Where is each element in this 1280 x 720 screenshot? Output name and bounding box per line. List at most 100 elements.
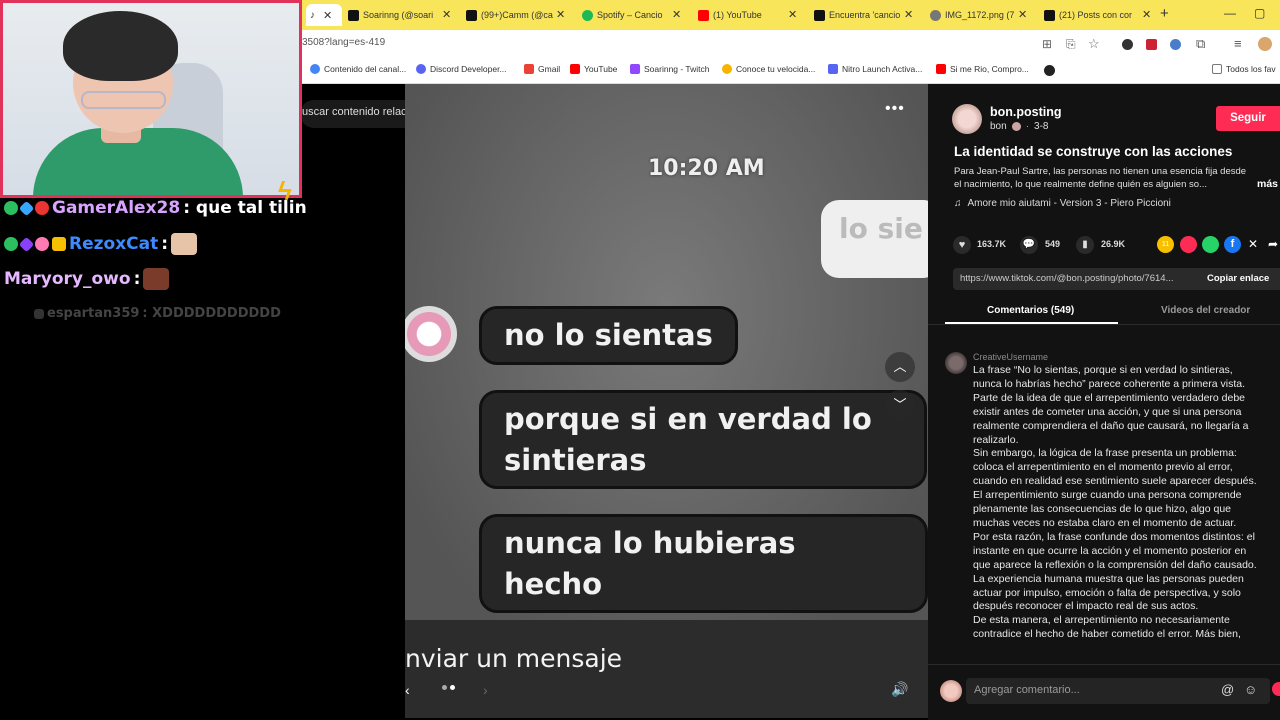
close-tab-icon[interactable]: ✕ xyxy=(556,8,565,21)
url-field[interactable]: 3508?lang=es-419 xyxy=(302,37,385,48)
tab-youtube[interactable]: (1) YouTube xyxy=(698,4,788,26)
tiktok-icon: ♪ xyxy=(310,9,315,21)
badge-icon xyxy=(34,308,44,319)
close-tab-icon[interactable]: ✕ xyxy=(1018,8,1027,21)
close-tab-icon[interactable]: ✕ xyxy=(904,8,913,21)
send-icon[interactable] xyxy=(1272,682,1280,696)
install-icon[interactable]: ⎘ xyxy=(1066,37,1076,52)
chat-message-faded: espartan359 : XDDDDDDDDDDD xyxy=(34,306,281,321)
bookmark-folder[interactable]: Todos los fav xyxy=(1212,64,1276,74)
extension-icon[interactable] xyxy=(1146,39,1157,50)
bookmark-item[interactable]: Soarinng - Twitch xyxy=(630,64,710,74)
tab-img[interactable]: IMG_1172.png (7 xyxy=(930,4,1016,26)
chat-username: espartan359 xyxy=(47,306,140,321)
share-count-badge[interactable]: 11 xyxy=(1157,236,1174,253)
chat-username[interactable]: RezoxCat xyxy=(69,234,158,254)
bookmark-star-icon[interactable]: ☆ xyxy=(1088,36,1100,52)
author-avatar[interactable] xyxy=(952,104,982,134)
video-bubble: nunca lo hubieras hecho xyxy=(479,514,928,614)
new-tab-icon[interactable]: + xyxy=(1160,5,1169,22)
author-name[interactable]: bon.posting xyxy=(990,105,1062,119)
bookmark-label: Conoce tu velocida... xyxy=(736,64,816,74)
more-link[interactable]: más xyxy=(1257,178,1278,190)
tab-creator-videos[interactable]: Videos del creador xyxy=(1161,305,1250,316)
tab-current[interactable]: ♪ ✕ xyxy=(306,4,342,26)
forward-icon[interactable]: ➦ xyxy=(1268,237,1278,251)
chat-message: RezoxCat : xyxy=(4,233,198,255)
tab-camm[interactable]: (99+)Camm (@ca xyxy=(466,4,556,26)
close-tab-icon[interactable]: ✕ xyxy=(442,8,451,21)
close-tab-icon[interactable]: ✕ xyxy=(1142,8,1151,21)
tab-comments[interactable]: Comentarios (549) xyxy=(987,305,1074,316)
bookmark-icon[interactable]: ▮ xyxy=(1076,236,1094,254)
profile-avatar[interactable] xyxy=(1258,37,1272,51)
previous-video-icon[interactable]: ︿ xyxy=(885,352,915,382)
bookmark-label: Todos los fav xyxy=(1226,64,1276,74)
message-hint: nviar un mensaje xyxy=(405,644,623,673)
commenter-avatar[interactable] xyxy=(945,352,967,374)
comment-count: 549 xyxy=(1045,239,1061,249)
copy-link-button[interactable]: Copiar enlace xyxy=(1207,273,1269,284)
close-tab-icon[interactable]: ✕ xyxy=(672,8,681,21)
bookmarks-bar: Contenido del canal... Discord Developer… xyxy=(300,58,1280,84)
bookmark-item[interactable]: Contenido del canal... xyxy=(310,64,406,74)
follow-button[interactable]: Seguir xyxy=(1216,106,1280,131)
video-time-text: 10:20 AM xyxy=(648,156,765,181)
facebook-icon[interactable]: f xyxy=(1224,236,1241,253)
comment-paragraph: De esta manera, el arrepentimiento no ne… xyxy=(973,614,1241,641)
like-icon[interactable]: ♥ xyxy=(953,236,971,254)
comment-paragraph: Sin embargo, la lógica de la frase prese… xyxy=(973,447,1257,529)
tab-label: Spotify – Cancio xyxy=(597,10,663,20)
x-share-icon[interactable]: ✕ xyxy=(1248,237,1258,251)
tab-x-posts[interactable]: (21) Posts con cor xyxy=(1044,4,1140,26)
berry-badge-icon xyxy=(35,201,49,215)
share-tiktok-icon[interactable] xyxy=(1180,236,1197,253)
translate-icon[interactable]: ⊞ xyxy=(1042,37,1052,51)
close-tab-icon[interactable]: ✕ xyxy=(788,8,797,21)
tab-label: (21) Posts con cor xyxy=(1059,10,1133,20)
music-info[interactable]: ♫ Amore mio aiutami - Version 3 - Piero … xyxy=(954,198,1171,209)
more-options-icon[interactable]: ••• xyxy=(885,100,905,118)
comment-input[interactable]: Agregar comentario... xyxy=(974,684,1080,696)
commenter-username[interactable]: CreativeUsername xyxy=(973,352,1048,362)
extensions-puzzle-icon[interactable]: ⧉ xyxy=(1196,36,1205,52)
chat-text: : xyxy=(133,269,141,289)
emoji-icon[interactable]: ☺ xyxy=(1244,682,1257,697)
prev-image-icon[interactable]: ‹ xyxy=(405,682,410,698)
extension-icon[interactable] xyxy=(1122,39,1133,50)
volume-icon[interactable]: 🔊 xyxy=(891,681,908,698)
chat-username[interactable]: GamerAlex28 xyxy=(52,198,180,218)
gem-badge-icon xyxy=(18,200,35,216)
tab-spotify[interactable]: Spotify – Cancio xyxy=(582,4,672,26)
next-video-icon[interactable]: ﹀ xyxy=(885,390,915,420)
bookmark-item[interactable]: Nitro Launch Activa... xyxy=(828,64,922,74)
bookmark-item[interactable]: YouTube xyxy=(570,64,617,74)
chat-username[interactable]: Maryory_owo xyxy=(4,269,131,289)
media-icon[interactable]: ≡ xyxy=(1234,36,1242,51)
mention-icon[interactable]: @ xyxy=(1221,682,1234,697)
minimize-icon[interactable]: — xyxy=(1224,6,1236,20)
comment-icon[interactable]: 💬 xyxy=(1020,236,1038,254)
extension-icon[interactable] xyxy=(1170,39,1181,50)
video-player[interactable]: 10:20 AM lo sie no lo sientas porque si … xyxy=(405,84,928,718)
gem-badge-icon xyxy=(18,236,35,252)
carousel-dot[interactable] xyxy=(442,685,447,690)
tab-encuentra[interactable]: Encuentra 'cancio xyxy=(814,4,904,26)
bookmark-item[interactable]: Discord Developer... xyxy=(416,64,507,74)
bubble-text: no lo sientas xyxy=(504,318,713,352)
carousel-dot-active[interactable] xyxy=(450,685,455,690)
bookmark-item[interactable]: Gmail xyxy=(524,64,560,74)
bookmark-item[interactable]: Conoce tu velocida... xyxy=(722,64,815,74)
post-link[interactable]: https://www.tiktok.com/@bon.posting/phot… xyxy=(960,273,1198,284)
post-date: 3-8 xyxy=(1034,121,1049,132)
user-avatar xyxy=(940,680,962,702)
whatsapp-icon[interactable] xyxy=(1202,236,1219,253)
tab-soarinng[interactable]: Soarinng (@soari xyxy=(348,4,438,26)
bookmark-item[interactable]: Si me Rio, Compro... xyxy=(936,64,1029,74)
maximize-icon[interactable]: ▢ xyxy=(1254,6,1265,20)
bookmark-label: Soarinng - Twitch xyxy=(644,64,710,74)
next-image-icon[interactable]: › xyxy=(483,682,488,698)
globe-icon[interactable] xyxy=(1044,65,1055,76)
close-tab-icon[interactable]: ✕ xyxy=(323,9,332,22)
chat-message: GamerAlex28 : que tal tilin xyxy=(4,198,307,218)
